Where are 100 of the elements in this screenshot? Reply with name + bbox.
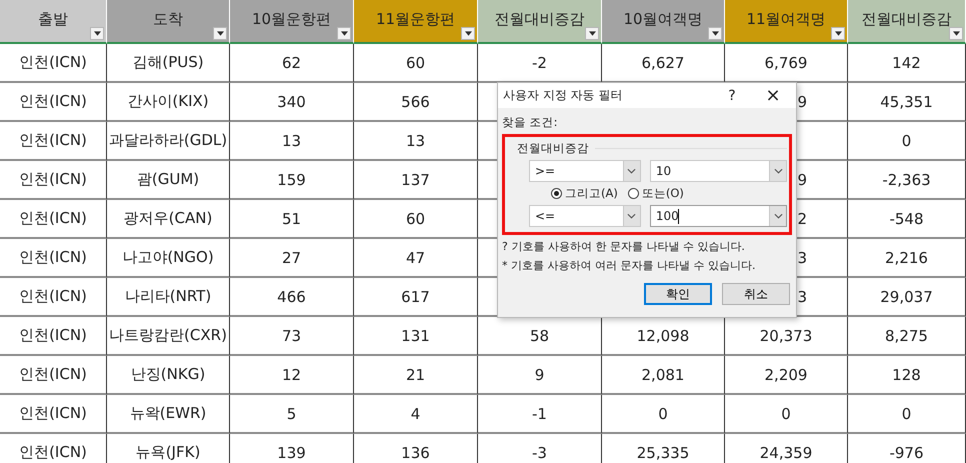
- table-cell: 김해(PUS): [132, 53, 204, 72]
- close-button[interactable]: ×: [758, 85, 788, 106]
- operator-dropdown[interactable]: <=: [529, 205, 641, 227]
- table-cell: 27: [282, 248, 302, 266]
- table-cell: 2,216: [885, 248, 928, 266]
- criteria-label: 찾을 조건:: [502, 115, 559, 130]
- table-cell: 466: [277, 288, 306, 306]
- filter-dropdown-button[interactable]: [708, 27, 722, 40]
- table-cell: 인천(ICN): [19, 248, 87, 267]
- filter-dropdown-button[interactable]: [461, 27, 475, 40]
- cancel-button[interactable]: 취소: [722, 283, 790, 305]
- group-legend: 전월대비증감: [517, 141, 589, 156]
- table-cell: -976: [889, 444, 924, 462]
- dialog-title: 사용자 지정 자동 필터: [503, 87, 624, 104]
- table-cell: 13: [282, 132, 302, 150]
- table-cell: 3: [797, 288, 807, 306]
- table-cell: 5: [286, 404, 296, 422]
- column-title: 도착: [153, 10, 183, 29]
- column-title: 10월운항편: [252, 10, 332, 29]
- table-cell: 0: [781, 404, 791, 422]
- table-cell: 128: [892, 366, 921, 384]
- hint-text: ? 기호를 사용하여 한 문자를 나타낼 수 있습니다.: [502, 239, 746, 254]
- table-cell: 51: [282, 210, 302, 228]
- table-cell: 2: [797, 210, 807, 228]
- dropdown-arrow-icon: [216, 31, 224, 36]
- table-cell: 617: [401, 288, 430, 306]
- column-title: 11월여객명: [746, 10, 826, 29]
- table-cell: 뉴욕(JFK): [136, 443, 200, 462]
- dropdown-arrow-icon: [952, 31, 960, 36]
- table-cell: 인천(ICN): [19, 92, 87, 111]
- text-cursor: [678, 209, 679, 224]
- table-cell: 0: [658, 404, 668, 422]
- chevron-icon: [627, 213, 636, 219]
- table-cell: 45,351: [880, 92, 933, 110]
- column-title: 11월운항편: [376, 10, 456, 29]
- table-cell: 9: [534, 366, 544, 384]
- value-field[interactable]: 100: [650, 205, 787, 227]
- column-title: 전월대비증감: [494, 10, 584, 29]
- table-cell: 60: [406, 210, 426, 228]
- table-cell: 139: [277, 444, 306, 462]
- table-cell: 인천(ICN): [19, 131, 87, 150]
- chevron-icon: [627, 168, 636, 174]
- table-cell: 인천(ICN): [19, 365, 87, 384]
- chevron-icon: [774, 213, 782, 219]
- table-cell: 3: [797, 248, 807, 266]
- hint-text: * 기호를 사용하여 여러 문자를 나타낼 수 있습니다.: [502, 258, 756, 273]
- table-cell: 136: [401, 444, 430, 462]
- table-cell: -3: [532, 444, 547, 462]
- table-cell: 29,037: [880, 288, 933, 306]
- table-cell: 나고야(NGO): [122, 248, 214, 267]
- chevron-icon: [774, 168, 782, 174]
- table-cell: -548: [889, 210, 924, 228]
- table-cell: 58: [530, 326, 550, 344]
- table-cell: 나리타(NRT): [124, 287, 212, 306]
- table-cell: 9: [797, 170, 807, 188]
- table-cell: 난징(NKG): [130, 365, 206, 384]
- table-cell: 인천(ICN): [19, 326, 87, 345]
- table-cell: 131: [401, 326, 430, 344]
- table-cell: 142: [892, 54, 921, 72]
- table-cell: 12,098: [636, 326, 690, 344]
- filter-dropdown-button[interactable]: [213, 27, 227, 40]
- table-cell: 간사이(KIX): [127, 92, 209, 111]
- table-cell: -1: [532, 404, 547, 422]
- radio-option[interactable]: 그리고(A): [551, 186, 618, 201]
- operator-dropdown[interactable]: >=: [529, 160, 641, 182]
- column-title: 전월대비증감: [862, 10, 952, 29]
- dropdown-arrow-icon: [712, 31, 718, 36]
- table-cell: 137: [401, 170, 430, 188]
- table-cell: 340: [277, 92, 306, 110]
- table-cell: 13: [406, 132, 426, 150]
- table-cell: 4: [410, 404, 420, 422]
- table-cell: 인천(ICN): [19, 170, 87, 189]
- table-cell: 25,335: [636, 444, 690, 462]
- dropdown-arrow-icon: [94, 31, 100, 36]
- table-cell: 인천(ICN): [19, 443, 87, 462]
- filter-dropdown-button[interactable]: [949, 27, 963, 40]
- table-cell: 12: [282, 366, 302, 384]
- table-cell: 24,359: [760, 444, 812, 462]
- table-cell: 광저우(CAN): [124, 209, 212, 228]
- filter-dropdown-button[interactable]: [337, 27, 351, 40]
- filter-dropdown-button[interactable]: [831, 27, 845, 40]
- table-cell: 566: [401, 92, 430, 110]
- table-cell: 159: [277, 170, 306, 188]
- table-cell: 2,081: [642, 366, 684, 384]
- dropdown-arrow-icon: [834, 31, 842, 36]
- ok-button[interactable]: 확인: [644, 283, 712, 305]
- table-cell: 62: [282, 54, 302, 72]
- table-cell: 6,769: [764, 54, 808, 72]
- table-cell: 괌(GUM): [136, 170, 200, 189]
- radio-option[interactable]: 또는(O): [628, 186, 684, 201]
- table-cell: 2,209: [764, 366, 808, 384]
- table-cell: 21: [406, 366, 426, 384]
- filter-dropdown-button[interactable]: [585, 27, 599, 40]
- table-cell: -2,363: [882, 170, 931, 188]
- filter-dropdown-button[interactable]: [90, 27, 104, 40]
- table-cell: 47: [406, 248, 426, 266]
- table-cell: 73: [282, 326, 302, 344]
- table-cell: 6,627: [642, 54, 684, 72]
- value-field[interactable]: 10: [650, 160, 787, 182]
- help-button[interactable]: ?: [722, 88, 742, 104]
